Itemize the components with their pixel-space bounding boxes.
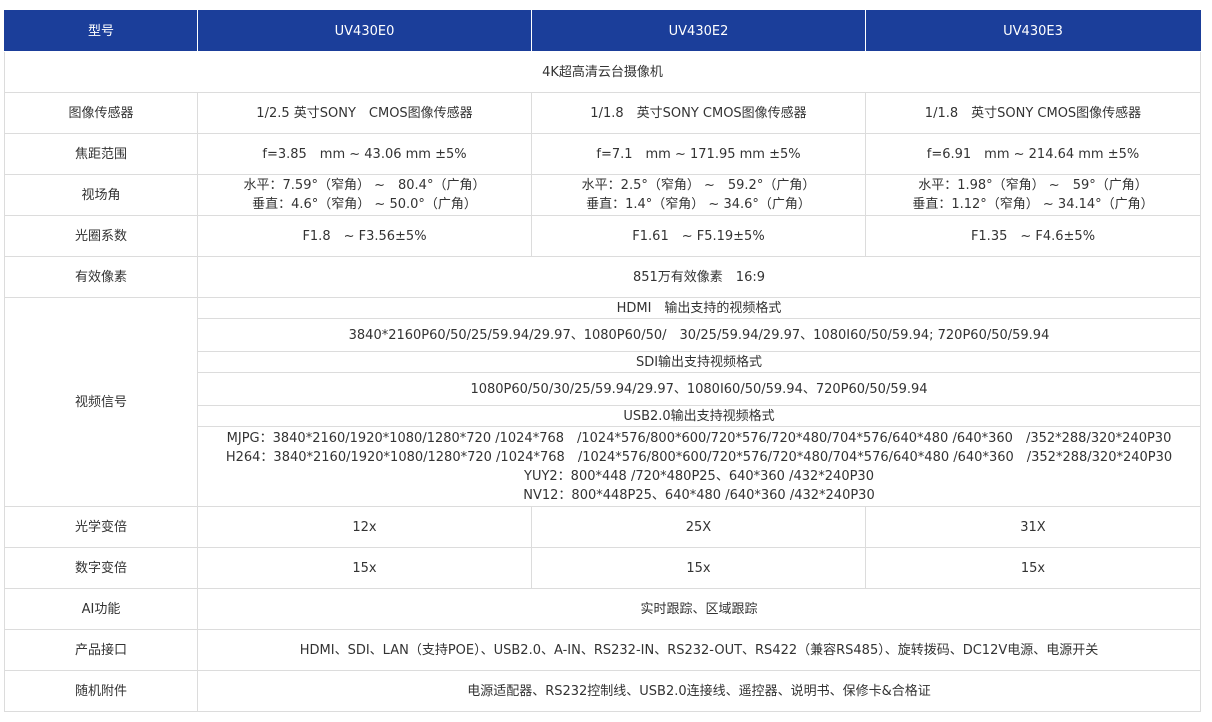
focal-value: f=3.85 mm ~ 43.06 mm ±5% <box>197 133 532 175</box>
interfaces-label: 产品接口 <box>4 629 198 671</box>
optical-zoom-value: 25X <box>531 506 866 548</box>
video-hdmi-title-row: 视频信号 HDMI 输出支持的视频格式 <box>4 297 1201 507</box>
fov-value: 水平：7.59°（窄角） ~ 80.4°（广角） 垂直：4.6°（窄角） ~ 5… <box>197 174 532 216</box>
sensor-label: 图像传感器 <box>4 92 198 134</box>
header-model-uv430e3: UV430E3 <box>865 10 1201 52</box>
sdi-formats: 1080P60/50/30/25/59.94/29.97、1080I60/50/… <box>197 372 1201 406</box>
pixels-row: 有效像素 851万有效像素 16:9 <box>4 256 1201 298</box>
usb-format-nv12: NV12：800*448P25、640*480 /640*360 /432*24… <box>523 487 875 503</box>
fov-horizontal: 水平：2.5°（窄角） ~ 59.2°（广角） <box>581 178 816 193</box>
ai-row: AI功能 实时跟踪、区域跟踪 <box>4 588 1201 630</box>
usb-format-mjpg: MJPG：3840*2160/1920*1080/1280*720 /1024*… <box>226 430 1172 446</box>
pixels-label: 有效像素 <box>4 256 198 298</box>
fov-value: 水平：2.5°（窄角） ~ 59.2°（广角） 垂直：1.4°（窄角） ~ 34… <box>531 174 866 216</box>
interfaces-value: HDMI、SDI、LAN（支持POE）、USB2.0、A-IN、RS232-IN… <box>197 629 1201 671</box>
product-title: 4K超高清云台摄像机 <box>4 51 1201 93</box>
aperture-value: F1.35 ~ F4.6±5% <box>865 215 1201 257</box>
optical-zoom-label: 光学变倍 <box>4 506 198 548</box>
digital-zoom-row: 数字变倍 15x 15x 15x <box>4 547 1201 589</box>
focal-row: 焦距范围 f=3.85 mm ~ 43.06 mm ±5% f=7.1 mm ~… <box>4 133 1201 175</box>
optical-zoom-value: 12x <box>197 506 532 548</box>
sensor-value: 1/1.8 英寸SONY CMOS图像传感器 <box>865 92 1201 134</box>
usb-title: USB2.0输出支持视频格式 <box>197 405 1201 427</box>
hdmi-title: HDMI 输出支持的视频格式 <box>197 297 1201 319</box>
optical-zoom-row: 光学变倍 12x 25X 31X <box>4 506 1201 548</box>
interfaces-row: 产品接口 HDMI、SDI、LAN（支持POE）、USB2.0、A-IN、RS2… <box>4 629 1201 671</box>
digital-zoom-value: 15x <box>531 547 866 589</box>
header-row: 型号 UV430E0 UV430E2 UV430E3 <box>4 10 1201 52</box>
fov-row: 视场角 水平：7.59°（窄角） ~ 80.4°（广角） 垂直：4.6°（窄角）… <box>4 174 1201 216</box>
fov-vertical: 垂直：1.12°（窄角） ~ 34.14°（广角） <box>912 197 1154 212</box>
video-label: 视频信号 <box>4 297 198 507</box>
fov-horizontal: 水平：7.59°（窄角） ~ 80.4°（广角） <box>243 178 486 193</box>
hdmi-formats: 3840*2160P60/50/25/59.94/29.97、1080P60/5… <box>197 318 1201 352</box>
title-row: 4K超高清云台摄像机 <box>4 51 1201 93</box>
header-model-uv430e0: UV430E0 <box>197 10 532 52</box>
sdi-title: SDI输出支持视频格式 <box>197 351 1201 373</box>
fov-horizontal: 水平：1.98°（窄角） ~ 59°（广角） <box>918 178 1148 193</box>
fov-vertical: 垂直：4.6°（窄角） ~ 50.0°（广角） <box>252 197 477 212</box>
usb-format-h264: H264：3840*2160/1920*1080/1280*720 /1024*… <box>225 449 1173 465</box>
pixels-value: 851万有效像素 16:9 <box>197 256 1201 298</box>
aperture-value: F1.8 ~ F3.56±5% <box>197 215 532 257</box>
accessories-value: 电源适配器、RS232控制线、USB2.0连接线、遥控器、说明书、保修卡&合格证 <box>197 670 1201 712</box>
optical-zoom-value: 31X <box>865 506 1201 548</box>
ai-value: 实时跟踪、区域跟踪 <box>197 588 1201 630</box>
fov-label: 视场角 <box>4 174 198 216</box>
header-model-uv430e2: UV430E2 <box>531 10 866 52</box>
focal-value: f=6.91 mm ~ 214.64 mm ±5% <box>865 133 1201 175</box>
header-model-label: 型号 <box>4 10 198 52</box>
digital-zoom-label: 数字变倍 <box>4 547 198 589</box>
aperture-row: 光圈系数 F1.8 ~ F3.56±5% F1.61 ~ F5.19±5% F1… <box>4 215 1201 257</box>
usb-format-yuy2: YUY2：800*448 /720*480P25、640*360 /432*24… <box>524 468 874 484</box>
spec-table: 型号 UV430E0 UV430E2 UV430E3 4K超高清云台摄像机 图像… <box>4 10 1201 712</box>
ai-label: AI功能 <box>4 588 198 630</box>
fov-value: 水平：1.98°（窄角） ~ 59°（广角） 垂直：1.12°（窄角） ~ 34… <box>865 174 1201 216</box>
accessories-row: 随机附件 电源适配器、RS232控制线、USB2.0连接线、遥控器、说明书、保修… <box>4 670 1201 712</box>
focal-label: 焦距范围 <box>4 133 198 175</box>
digital-zoom-value: 15x <box>865 547 1201 589</box>
aperture-value: F1.61 ~ F5.19±5% <box>531 215 866 257</box>
fov-vertical: 垂直：1.4°（窄角） ~ 34.6°（广角） <box>586 197 811 212</box>
sensor-value: 1/1.8 英寸SONY CMOS图像传感器 <box>531 92 866 134</box>
usb-formats: MJPG：3840*2160/1920*1080/1280*720 /1024*… <box>197 426 1201 507</box>
focal-value: f=7.1 mm ~ 171.95 mm ±5% <box>531 133 866 175</box>
aperture-label: 光圈系数 <box>4 215 198 257</box>
sensor-row: 图像传感器 1/2.5 英寸SONY CMOS图像传感器 1/1.8 英寸SON… <box>4 92 1201 134</box>
sensor-value: 1/2.5 英寸SONY CMOS图像传感器 <box>197 92 532 134</box>
accessories-label: 随机附件 <box>4 670 198 712</box>
digital-zoom-value: 15x <box>197 547 532 589</box>
